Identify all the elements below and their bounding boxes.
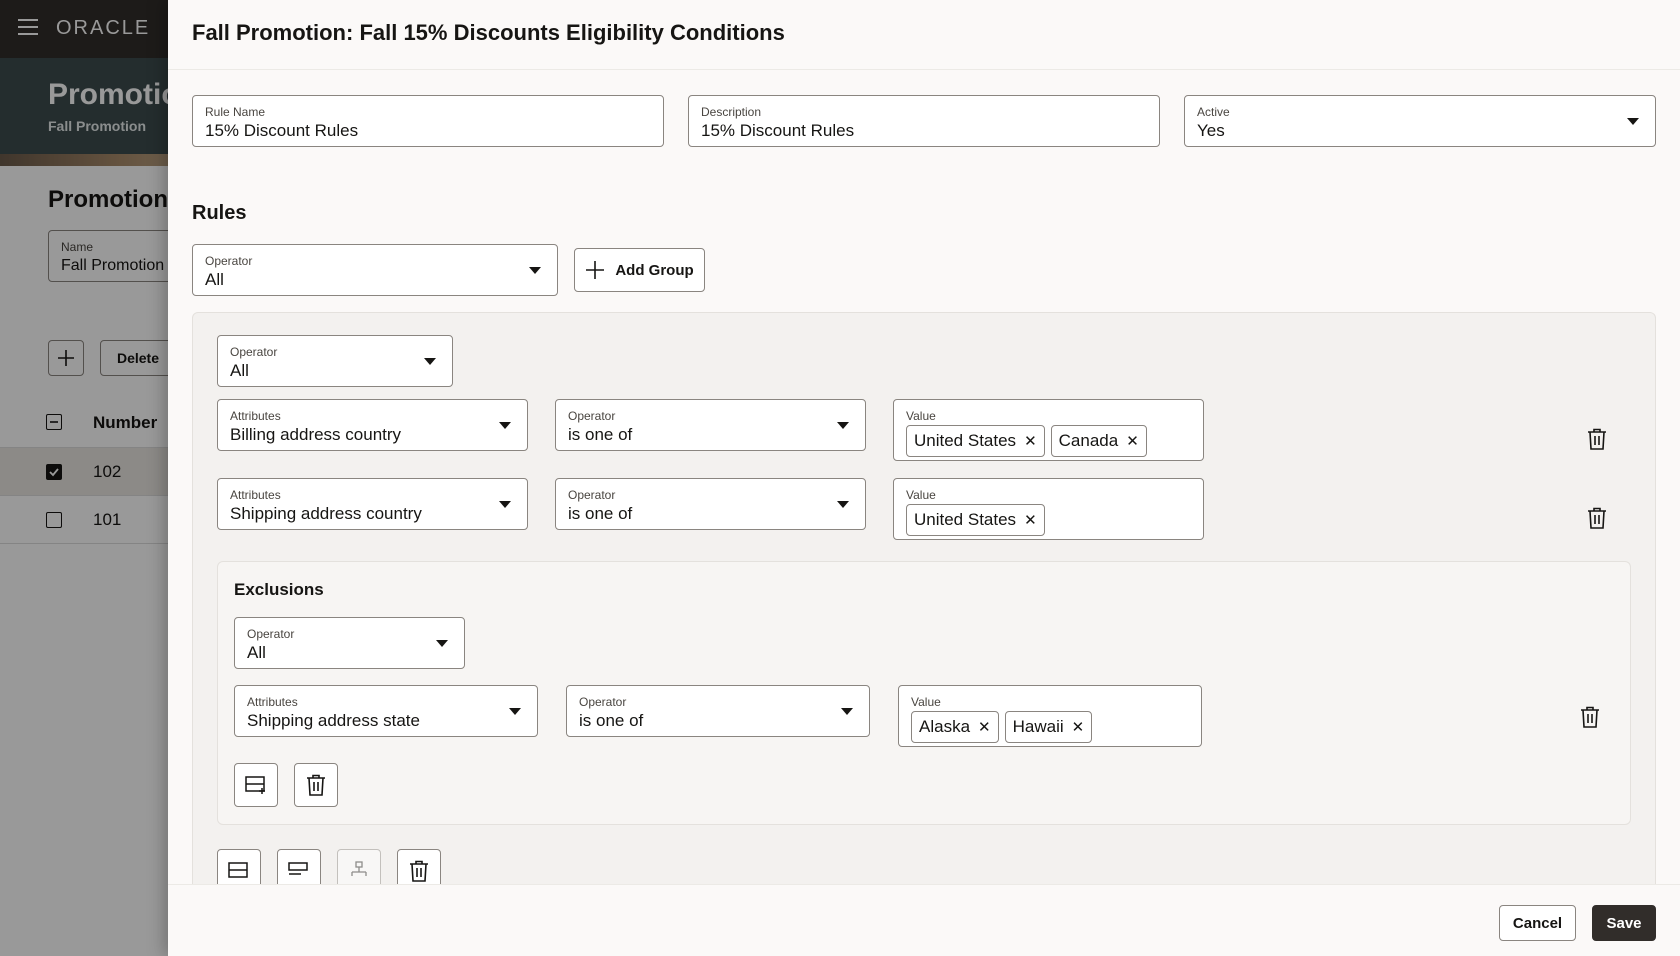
condition-operator-select[interactable]: Operator is one of [555,478,866,530]
add-row-icon [245,776,265,794]
add-exclusion-button[interactable] [277,849,321,884]
chevron-down-icon [509,708,521,715]
add-group-button[interactable]: Add Group [574,248,705,292]
rules-operator-select[interactable]: Operator All [192,244,558,296]
add-row-icon [228,862,248,878]
delete-condition-trash-icon[interactable] [1585,506,1609,530]
value-label: Value [911,695,941,709]
condition-value-input[interactable]: Value United States ✕ [893,478,1204,540]
operator-label: Operator [230,345,278,359]
delete-group-button[interactable] [397,849,441,884]
value-chip: Canada ✕ [1050,425,1147,457]
chip-label: Alaska [919,717,971,736]
close-icon[interactable]: ✕ [1072,720,1085,735]
close-icon[interactable]: ✕ [1024,434,1037,449]
plus-icon [586,261,605,279]
chevron-down-icon [837,422,849,429]
value-chip: United States ✕ [906,504,1045,536]
delete-exclusions-button[interactable] [294,763,338,807]
active-label: Active [1197,105,1230,119]
drawer-title: Fall Promotion: Fall 15% Discounts Eligi… [192,20,785,45]
operator-value: is one of [568,425,633,444]
chevron-down-icon [841,708,853,715]
attribute-value: Shipping address state [247,711,420,730]
condition-operator-select[interactable]: Operator is one of [555,399,866,451]
chevron-down-icon [436,640,448,647]
operator-label: Operator [568,488,616,502]
drawer-body: Rule Name 15% Discount Rules Description… [168,71,1680,884]
operator-label: Operator [247,627,295,641]
group-operator-select[interactable]: Operator All [217,335,453,387]
chip-label: Hawaii [1012,717,1064,736]
delete-condition-trash-icon[interactable] [1585,427,1609,451]
value-chip: Hawaii ✕ [1004,711,1093,743]
chevron-down-icon [529,267,541,274]
delete-exclusion-trash-icon[interactable] [1578,705,1602,729]
rule-name-field[interactable]: Rule Name 15% Discount Rules [192,95,664,147]
attribute-label: Attributes [230,409,281,423]
condition-value-input[interactable]: Value United States ✕ Canada ✕ [893,399,1204,461]
operator-value: is one of [568,504,633,523]
close-icon[interactable]: ✕ [1024,513,1037,528]
exclusion-operator-select[interactable]: Operator is one of [566,685,870,737]
operator-label: Operator [579,695,627,709]
value-chip: Alaska ✕ [911,711,999,743]
close-icon[interactable]: ✕ [1126,434,1139,449]
operator-label: Operator [568,409,616,423]
condition-attribute-select[interactable]: Attributes Shipping address country [217,478,528,530]
exclusions-title: Exclusions [234,580,324,599]
operator-value: All [230,361,249,380]
exclusions-operator-select[interactable]: Operator All [234,617,465,669]
attribute-label: Attributes [230,488,281,502]
active-value: Yes [1197,121,1225,140]
add-group-label: Add Group [615,261,694,279]
trash-icon [307,774,325,796]
description-label: Description [701,105,762,119]
add-exclusion-condition-button[interactable] [234,763,278,807]
active-select[interactable]: Active Yes [1184,95,1656,147]
description-value: 15% Discount Rules [701,121,855,140]
chip-label: United States [914,510,1017,529]
attribute-value: Shipping address country [230,504,422,523]
description-field[interactable]: Description 15% Discount Rules [688,95,1160,147]
exclusions-panel: Exclusions Operator All Attributes Shipp… [217,561,1631,825]
value-chip: United States ✕ [906,425,1045,457]
condition-attribute-select[interactable]: Attributes Billing address country [217,399,528,451]
cancel-button[interactable]: Cancel [1499,905,1576,941]
trash-icon [410,860,428,882]
exclusion-value-input[interactable]: Value Alaska ✕ Hawaii ✕ [898,685,1202,747]
exclusion-attribute-select[interactable]: Attributes Shipping address state [234,685,538,737]
add-subgroup-button[interactable] [337,849,381,884]
operator-label: Operator [205,254,253,268]
eligibility-conditions-drawer: Fall Promotion: Fall 15% Discounts Eligi… [168,0,1680,956]
drawer-header: Fall Promotion: Fall 15% Discounts Eligi… [168,0,1680,70]
rule-name-value: 15% Discount Rules [205,121,359,140]
chevron-down-icon [499,501,511,508]
chip-label: United States [914,431,1017,450]
rule-name-label: Rule Name [205,105,266,119]
operator-value: All [247,643,266,662]
value-label: Value [906,409,936,423]
close-icon[interactable]: ✕ [978,720,991,735]
operator-value: is one of [579,711,644,730]
chevron-down-icon [499,422,511,429]
add-condition-button[interactable] [217,849,261,884]
rule-group-panel: Operator All Attributes Billing address … [192,312,1656,884]
rules-title: Rules [192,202,247,224]
value-label: Value [906,488,936,502]
operator-value: All [205,270,224,289]
save-button[interactable]: Save [1592,905,1656,941]
add-exclusion-icon [288,862,308,875]
drawer-footer: Cancel Save [168,884,1680,956]
attribute-value: Billing address country [230,425,402,444]
chip-label: Canada [1058,431,1119,450]
chevron-down-icon [837,501,849,508]
chevron-down-icon [424,358,436,365]
attribute-label: Attributes [247,695,298,709]
chevron-down-icon [1627,118,1639,125]
hierarchy-icon [351,861,367,876]
